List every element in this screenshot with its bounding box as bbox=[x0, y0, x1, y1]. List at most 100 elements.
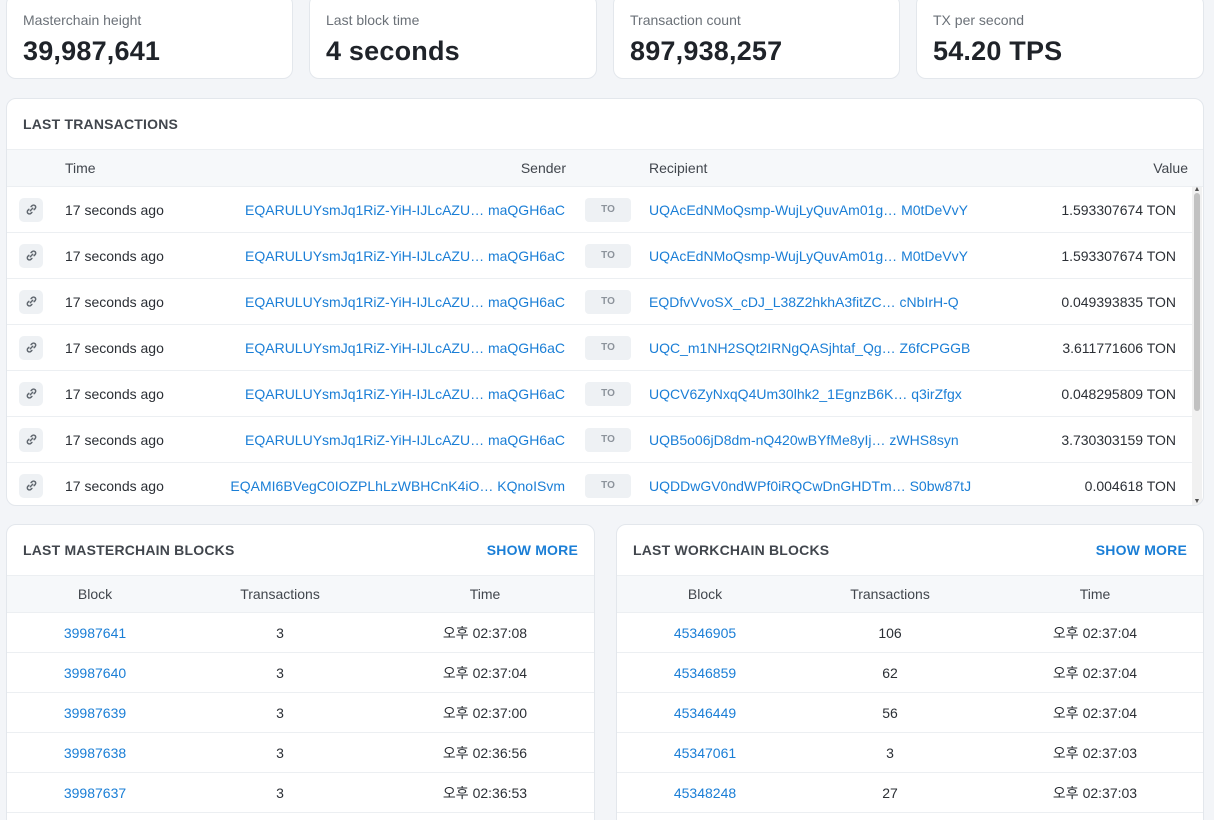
to-badge: TO bbox=[585, 289, 631, 314]
panel-header: LAST MASTERCHAIN BLOCKS SHOW MORE bbox=[7, 525, 594, 575]
block-transactions: 3 bbox=[276, 744, 284, 761]
tx-recipient-link[interactable]: UQAcEdNMoQsmp-WujLyQuvAm01g… M0tDeVvY bbox=[649, 248, 968, 264]
stat-label: Transaction count bbox=[630, 12, 741, 28]
stat-card-tx-per-second: TX per second 54.20 TPS bbox=[916, 0, 1204, 79]
tx-time: 17 seconds ago bbox=[65, 201, 164, 218]
block-link[interactable]: 45348248 bbox=[674, 785, 736, 801]
column-header-time: Time bbox=[1079, 586, 1111, 602]
column-header-sender: Sender bbox=[520, 160, 566, 176]
block-link[interactable]: 39987639 bbox=[64, 705, 126, 721]
block-link[interactable]: 39987641 bbox=[64, 625, 126, 641]
block-time: 오후 02:37:04 bbox=[1052, 624, 1138, 641]
tx-time: 17 seconds ago bbox=[65, 293, 164, 310]
link-icon[interactable] bbox=[19, 427, 43, 452]
stat-card-transaction-count: Transaction count 897,938,257 bbox=[613, 0, 900, 79]
link-icon[interactable] bbox=[19, 197, 43, 222]
block-link[interactable]: 39987638 bbox=[64, 745, 126, 761]
tx-sender-link[interactable]: EQARULUYsmJq1RiZ-YiH-IJLcAZU… maQGH6aC bbox=[245, 432, 565, 448]
block-transactions: 3 bbox=[886, 744, 894, 761]
tx-recipient-link[interactable]: UQB5o06jD8dm-nQ420wBYfMe8yIj… zWHS8syn bbox=[649, 432, 959, 448]
block-transactions: 3 bbox=[276, 784, 284, 801]
block-time: 오후 02:37:03 bbox=[1052, 784, 1138, 801]
block-time: 오후 02:36:53 bbox=[442, 784, 528, 801]
last-transactions-panel: LAST TRANSACTIONS Time Sender Recipient … bbox=[6, 98, 1204, 506]
table-row: 39987641 3 오후 02:37:08 bbox=[7, 613, 594, 653]
link-icon[interactable] bbox=[19, 243, 43, 268]
stat-value: 4 seconds bbox=[326, 36, 460, 66]
scrollbar-thumb[interactable] bbox=[1194, 193, 1200, 411]
to-badge: TO bbox=[585, 335, 631, 360]
tx-value: 1.593307674 TON bbox=[1061, 247, 1176, 264]
block-link[interactable]: 45347061 bbox=[674, 745, 736, 761]
tx-value: 0.048295809 TON bbox=[1061, 385, 1176, 402]
block-link[interactable]: 39987637 bbox=[64, 785, 126, 801]
tx-value: 1.593307674 TON bbox=[1061, 201, 1176, 218]
block-time: 오후 02:37:00 bbox=[442, 704, 528, 721]
block-transactions: 3 bbox=[276, 664, 284, 681]
column-header-block: Block bbox=[77, 586, 113, 602]
table-header: Block Transactions Time bbox=[7, 575, 594, 613]
block-time: 오후 02:37:08 bbox=[442, 624, 528, 641]
tx-sender-link[interactable]: EQARULUYsmJq1RiZ-YiH-IJLcAZU… maQGH6aC bbox=[245, 294, 565, 310]
tx-recipient-link[interactable]: EQDfvVvoSX_cDJ_L38Z2hkhA3fitZC… cNbIrH-Q bbox=[649, 294, 959, 310]
table-row: 39987640 3 오후 02:37:04 bbox=[7, 653, 594, 693]
table-row: 17 seconds ago EQAMI6BVegC0IOZPLhLzWBHCnK… bbox=[7, 463, 1193, 505]
tx-sender-link[interactable]: EQARULUYsmJq1RiZ-YiH-IJLcAZU… maQGH6aC bbox=[245, 202, 565, 218]
to-badge: TO bbox=[585, 197, 631, 222]
block-link[interactable]: 39987640 bbox=[64, 665, 126, 681]
stat-value: 39,987,641 bbox=[23, 36, 161, 66]
block-time: 오후 02:37:04 bbox=[1052, 664, 1138, 681]
table-row: 45346859 62 오후 02:37:04 bbox=[617, 653, 1203, 693]
last-workchain-blocks-panel: LAST WORKCHAIN BLOCKS SHOW MORE Block Tr… bbox=[616, 524, 1204, 820]
tx-sender-link[interactable]: EQARULUYsmJq1RiZ-YiH-IJLcAZU… maQGH6aC bbox=[245, 248, 565, 264]
stat-label: TX per second bbox=[933, 12, 1025, 28]
panel-title: LAST MASTERCHAIN BLOCKS bbox=[23, 542, 235, 558]
table-header: Block Transactions Time bbox=[617, 575, 1203, 613]
block-link[interactable]: 45346905 bbox=[674, 625, 736, 641]
tx-recipient-link[interactable]: UQCV6ZyNxqQ4Um30lhk2_1EgnzB6K… q3irZfgx bbox=[649, 386, 962, 402]
block-transactions: 3 bbox=[276, 624, 284, 641]
link-icon[interactable] bbox=[19, 335, 43, 360]
tx-recipient-link[interactable]: UQAcEdNMoQsmp-WujLyQuvAm01g… M0tDeVvY bbox=[649, 202, 968, 218]
link-icon[interactable] bbox=[19, 381, 43, 406]
table-row: 45348248 27 오후 02:37:03 bbox=[617, 773, 1203, 813]
table-row: 17 seconds ago EQARULUYsmJq1RiZ-YiH-IJLcA… bbox=[7, 187, 1193, 233]
panel-title: LAST WORKCHAIN BLOCKS bbox=[633, 542, 830, 558]
tx-sender-link[interactable]: EQARULUYsmJq1RiZ-YiH-IJLcAZU… maQGH6aC bbox=[245, 340, 565, 356]
link-icon[interactable] bbox=[19, 289, 43, 314]
panel-header: LAST WORKCHAIN BLOCKS SHOW MORE bbox=[617, 525, 1203, 575]
block-link[interactable]: 45346449 bbox=[674, 705, 736, 721]
tx-value: 3.611771606 TON bbox=[1062, 339, 1176, 356]
table-row: 39987637 3 오후 02:36:53 bbox=[7, 773, 594, 813]
stat-card-last-block-time: Last block time 4 seconds bbox=[309, 0, 597, 79]
table-row: 45346905 106 오후 02:37:04 bbox=[617, 613, 1203, 653]
stat-value: 897,938,257 bbox=[630, 36, 783, 66]
tx-value: 0.004618 TON bbox=[1084, 477, 1176, 494]
stat-label: Last block time bbox=[326, 12, 420, 28]
scrollbar[interactable]: ▲ ▼ bbox=[1192, 186, 1202, 505]
block-transactions: 27 bbox=[882, 784, 898, 801]
tx-sender-link[interactable]: EQARULUYsmJq1RiZ-YiH-IJLcAZU… maQGH6aC bbox=[245, 386, 565, 402]
show-more-button[interactable]: SHOW MORE bbox=[1096, 542, 1187, 558]
block-transactions: 56 bbox=[882, 704, 898, 721]
column-header-block: Block bbox=[687, 586, 723, 602]
table-row: 39987638 3 오후 02:36:56 bbox=[7, 733, 594, 773]
tx-recipient-link[interactable]: UQC_m1NH2SQt2IRNgQASjhtaf_Qg… Z6fCPGGB bbox=[649, 340, 970, 356]
tx-sender-link[interactable]: EQAMI6BVegC0IOZPLhLzWBHCnK4iO… KQnoISvm bbox=[230, 478, 565, 494]
tx-recipient-link[interactable]: UQDDwGV0ndWPf0iRQCwDnGHDTm… S0bw87tJ bbox=[649, 478, 971, 494]
table-row: 17 seconds ago EQARULUYsmJq1RiZ-YiH-IJLcA… bbox=[7, 325, 1193, 371]
block-time: 오후 02:37:04 bbox=[1052, 704, 1138, 721]
block-link[interactable]: 45346859 bbox=[674, 665, 736, 681]
table-row: 17 seconds ago EQARULUYsmJq1RiZ-YiH-IJLcA… bbox=[7, 279, 1193, 325]
stat-card-masterchain-height: Masterchain height 39,987,641 bbox=[6, 0, 293, 79]
column-header-transactions: Transactions bbox=[850, 586, 930, 602]
link-icon[interactable] bbox=[19, 473, 43, 498]
show-more-button[interactable]: SHOW MORE bbox=[487, 542, 578, 558]
column-header-transactions: Transactions bbox=[240, 586, 320, 602]
table-row: 45347061 3 오후 02:37:03 bbox=[617, 733, 1203, 773]
scroll-down-arrow-icon[interactable]: ▼ bbox=[1193, 498, 1201, 505]
table-header: Time Sender Recipient Value bbox=[7, 149, 1203, 187]
table-row: 17 seconds ago EQARULUYsmJq1RiZ-YiH-IJLcA… bbox=[7, 371, 1193, 417]
block-time: 오후 02:36:56 bbox=[442, 744, 528, 761]
block-time: 오후 02:37:03 bbox=[1052, 744, 1138, 761]
